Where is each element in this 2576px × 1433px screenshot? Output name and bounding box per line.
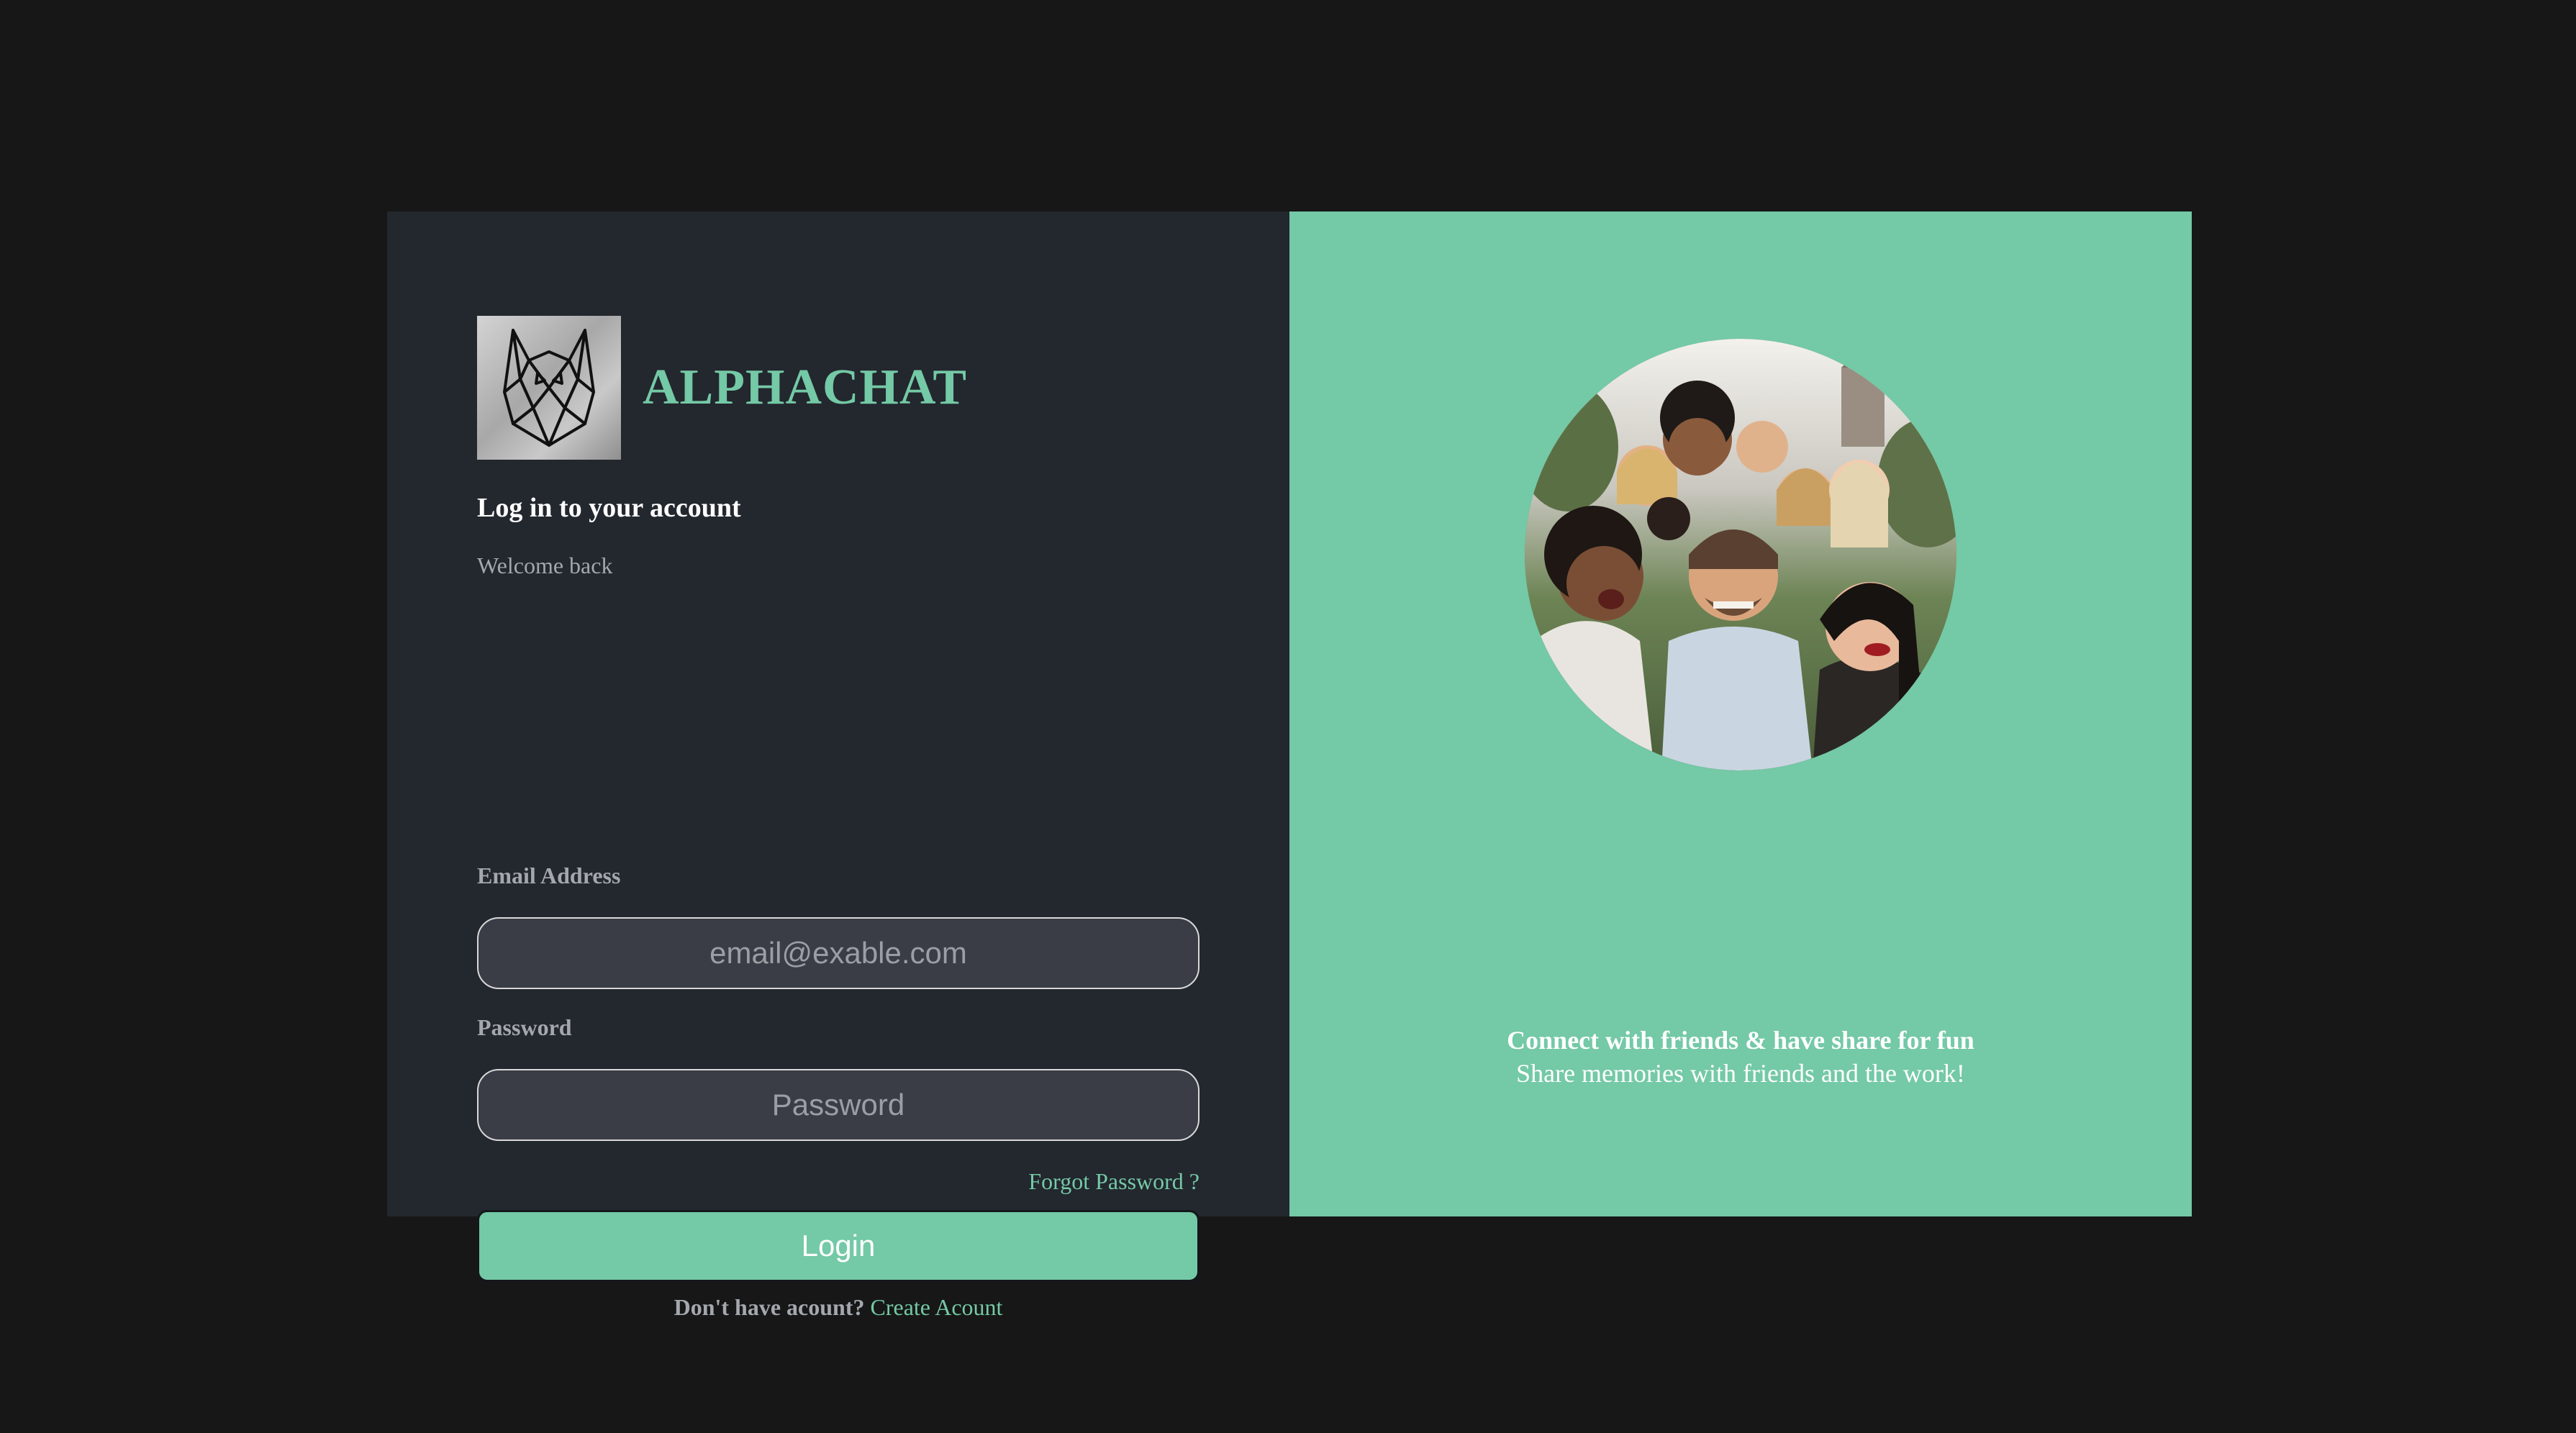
login-title: Log in to your account — [477, 493, 741, 523]
login-panel: ALPHACHAT Log in to your account Welcome… — [387, 211, 1289, 1320]
promo-panel: Connect with friends & have share for fu… — [1289, 211, 2192, 1216]
email-label: Email Address — [477, 863, 621, 888]
create-account-link[interactable]: Create Acount — [870, 1294, 1002, 1320]
brand-name: ALPHACHAT — [643, 360, 968, 415]
signup-prompt: Don't have acount? — [674, 1294, 865, 1320]
password-input[interactable] — [477, 1069, 1199, 1141]
promo-title: Connect with friends & have share for fu… — [1507, 1026, 1974, 1055]
email-input[interactable] — [477, 917, 1199, 989]
login-button[interactable]: Login — [477, 1210, 1199, 1282]
login-card: ALPHACHAT Log in to your account Welcome… — [387, 211, 2192, 1320]
promo-subtitle: Share memories with friends and the work… — [1516, 1059, 1965, 1088]
geometric-wolf-icon — [477, 316, 621, 460]
brand-header: ALPHACHAT — [477, 316, 967, 460]
forgot-password-link[interactable]: Forgot Password ? — [1028, 1168, 1199, 1195]
welcome-text: Welcome back — [477, 552, 613, 578]
friends-group-photo — [1525, 339, 1956, 770]
signup-row: Don't have acount? Create Acount — [477, 1294, 1199, 1321]
promo-tagline: Connect with friends & have share for fu… — [1289, 1025, 2192, 1088]
password-label: Password — [477, 1014, 572, 1040]
